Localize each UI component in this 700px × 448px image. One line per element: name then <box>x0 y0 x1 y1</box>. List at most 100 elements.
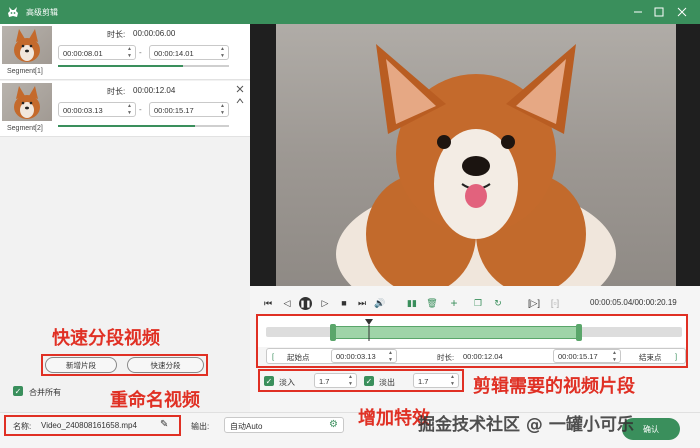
copy-button[interactable]: ❐ <box>472 297 484 309</box>
segment-item[interactable]: Segment[2] 时长: 00:00:12.04 00:00:03.13 ▲… <box>0 81 250 137</box>
stepper-arrows[interactable]: ▲ ▼ <box>387 351 394 363</box>
range-start-field[interactable]: 00:00:03.13 ▲ ▼ <box>331 349 397 363</box>
video-image <box>276 24 676 286</box>
copy-icon: ❐ <box>473 297 483 308</box>
minimize-button[interactable] <box>630 4 646 20</box>
collapse-segment-button[interactable] <box>236 97 244 107</box>
maximize-icon <box>654 7 664 17</box>
stepper-arrows[interactable]: ▲ ▼ <box>126 47 133 59</box>
segment-progress-track <box>58 125 229 127</box>
prev-frame-button[interactable]: ◁ <box>281 297 293 309</box>
stepper-arrows[interactable]: ▲ ▼ <box>126 104 133 116</box>
close-window-button[interactable] <box>674 4 690 20</box>
frame-icon: [▫] <box>550 298 560 308</box>
refresh-icon: ↻ <box>494 297 502 308</box>
stepper-arrows[interactable]: ▲ ▼ <box>611 351 618 363</box>
stop-button[interactable]: ■ <box>338 297 350 309</box>
delete-button[interactable]: 🗑 <box>426 297 438 309</box>
add-button[interactable]: + <box>448 296 460 310</box>
segment-end-field[interactable]: 00:00:15.17 ▲ ▼ <box>149 102 229 117</box>
close-icon <box>677 7 687 17</box>
bracket-icon: [▷] <box>528 297 540 308</box>
stepper-arrows[interactable]: ▲ ▼ <box>347 375 354 387</box>
segment-item[interactable]: Segment[1] 时长: 00:00:06.00 00:00:08.01 ▲… <box>0 24 250 80</box>
set-end-button[interactable]: 结束点 <box>639 352 662 363</box>
snapshot-button[interactable]: [▫] <box>549 297 561 309</box>
segment-label: Segment[2] <box>7 125 43 132</box>
segment-duration-label: 时长: <box>107 87 126 96</box>
end-bracket-icon: ] <box>675 352 678 361</box>
start-bracket-icon: [ <box>272 352 275 361</box>
volume-button[interactable]: 🔊 <box>374 297 386 309</box>
merge-all-checkbox[interactable]: ✓ <box>13 386 23 396</box>
pause-button[interactable]: ❚❚ <box>299 297 312 310</box>
segment-start-field[interactable]: 00:00:03.13 ▲ ▼ <box>58 102 136 117</box>
stepper-arrows[interactable]: ▲ ▼ <box>219 47 226 59</box>
next-frame-button[interactable]: ▷ <box>319 297 331 309</box>
split-button[interactable]: ▮▮ <box>406 297 418 309</box>
app-logo-icon <box>8 7 18 17</box>
fade-out-checkbox[interactable]: ✓ <box>364 376 374 386</box>
skip-to-end-button[interactable]: ⏭ <box>356 297 368 309</box>
next-frame-icon: ▷ <box>321 297 329 308</box>
reset-button[interactable]: ↻ <box>492 297 504 309</box>
fade-in-checkbox[interactable]: ✓ <box>264 376 274 386</box>
remove-segment-button[interactable] <box>236 85 244 95</box>
output-path-field[interactable]: 自动Auto ⚙ <box>224 417 344 433</box>
segment-progress-fill <box>58 65 183 67</box>
annotation-clip: 剪辑需要的视频片段 <box>473 376 635 397</box>
filename-value[interactable]: Video_240808161658.mp4 <box>41 421 137 430</box>
fade-in-label: 淡入 <box>279 378 295 387</box>
range-end-field[interactable]: 00:00:15.17 ▲ ▼ <box>553 349 621 363</box>
segment-end-value: 00:00:15.17 <box>154 106 194 115</box>
plus-icon: + <box>450 296 458 310</box>
segment-start-field[interactable]: 00:00:08.01 ▲ ▼ <box>58 45 136 60</box>
fade-in-value: 1.7 <box>319 377 330 386</box>
trash-icon: 🗑 <box>426 297 438 308</box>
merge-all-label: 合并所有 <box>29 388 61 397</box>
set-start-button[interactable]: 起始点 <box>287 352 310 363</box>
quick-split-button[interactable]: 快速分段 <box>127 357 204 373</box>
stepper-arrows[interactable]: ▲ ▼ <box>449 375 456 387</box>
range-info-bar: [ 起始点 00:00:03.13 ▲ ▼ 时长: 00:00:12.04 00:… <box>266 348 686 364</box>
segment-label: Segment[1] <box>7 68 43 75</box>
video-preview[interactable] <box>276 24 676 286</box>
add-segment-button[interactable]: 新增片段 <box>45 357 117 373</box>
fade-out-value: 1.7 <box>418 377 429 386</box>
fade-out-label: 淡出 <box>379 378 395 387</box>
title-bar: 高级剪辑 <box>0 0 700 24</box>
filename-label: 名称: <box>13 422 32 431</box>
range-end-value: 00:00:15.17 <box>558 352 598 361</box>
segment-thumbnail <box>2 83 52 121</box>
fade-in-field[interactable]: 1.7 ▲ ▼ <box>314 373 357 388</box>
range-duration-value: 00:00:12.04 <box>463 352 503 361</box>
mark-range-button[interactable]: [▷] <box>528 297 540 309</box>
pencil-icon: ✎ <box>160 419 169 430</box>
pause-icon: ❚❚ <box>299 300 312 308</box>
segment-progress-track <box>58 65 229 67</box>
segment-progress-fill <box>58 125 195 127</box>
segment-start-value: 00:00:08.01 <box>63 49 103 58</box>
stop-icon: ■ <box>341 298 347 308</box>
fade-out-field[interactable]: 1.7 ▲ ▼ <box>413 373 459 388</box>
segment-duration: 00:00:12.04 <box>133 86 176 95</box>
selection-end-handle[interactable] <box>576 324 582 341</box>
segment-duration-label: 时长: <box>107 30 126 39</box>
segment-thumbnail <box>2 26 52 64</box>
segment-end-field[interactable]: 00:00:14.01 ▲ ▼ <box>149 45 229 60</box>
maximize-button[interactable] <box>651 4 667 20</box>
skip-end-icon: ⏭ <box>357 297 367 308</box>
split-icon: ▮▮ <box>407 297 417 308</box>
close-icon <box>236 85 244 93</box>
selection-start-handle[interactable] <box>330 324 336 341</box>
output-path-value: 自动Auto <box>230 422 263 431</box>
playhead-icon[interactable] <box>364 319 374 341</box>
playback-timecode: 00:00:05.04/00:00:20.19 <box>590 298 677 307</box>
skip-to-start-button[interactable]: ⏮ <box>262 297 274 309</box>
gear-icon[interactable]: ⚙ <box>329 419 338 430</box>
stepper-arrows[interactable]: ▲ ▼ <box>219 104 226 116</box>
edit-name-button[interactable]: ✎ <box>160 419 168 430</box>
range-dash: - <box>139 105 142 114</box>
minimize-icon <box>634 11 642 13</box>
segment-duration: 00:00:06.00 <box>133 29 176 38</box>
